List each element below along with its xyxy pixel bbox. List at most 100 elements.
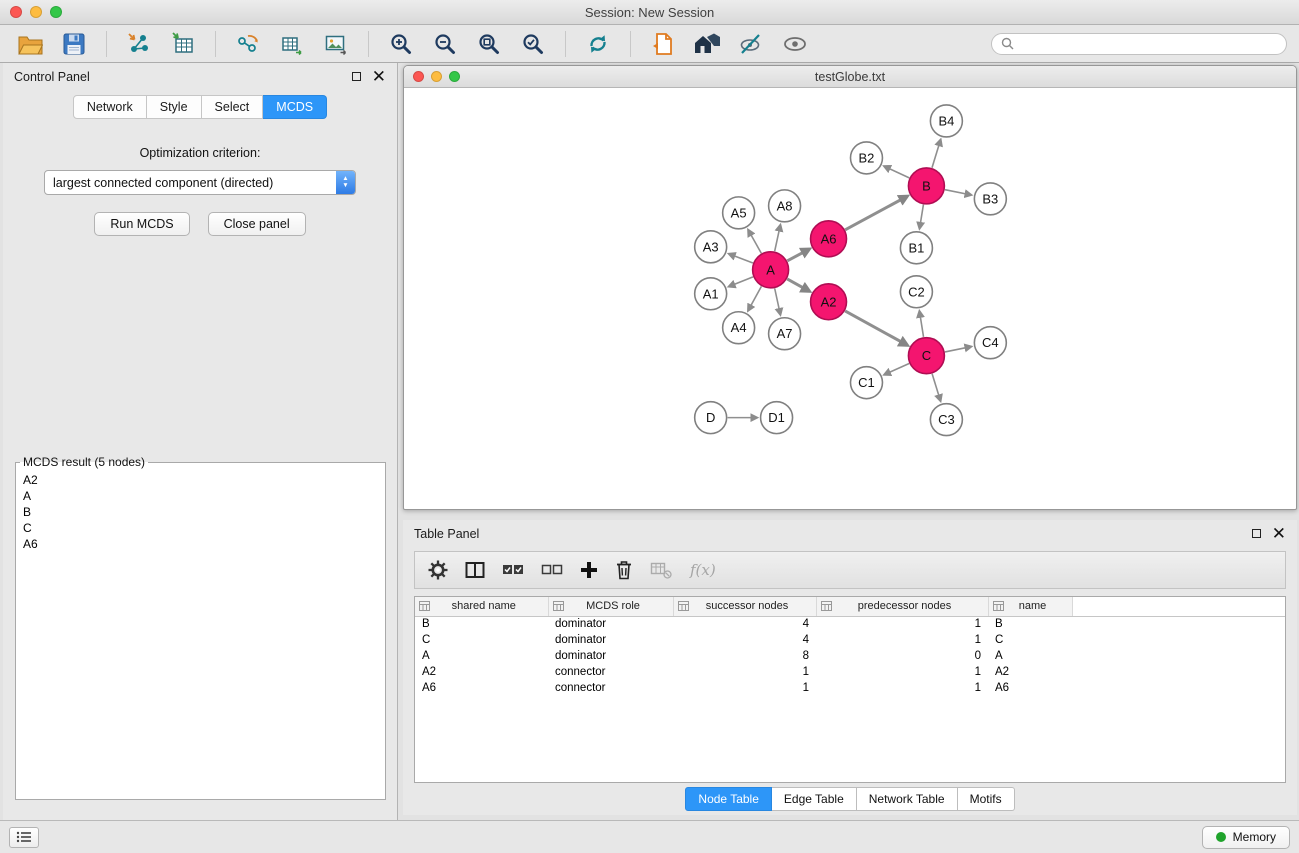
column-header-mcds-role[interactable]: MCDS role: [548, 597, 673, 616]
node-A1[interactable]: A1: [695, 278, 727, 310]
edge-A-A6[interactable]: [787, 249, 809, 261]
table-cell[interactable]: A2: [988, 664, 1072, 680]
node-A7[interactable]: A7: [769, 318, 801, 350]
tab-edge-table[interactable]: Edge Table: [772, 787, 857, 811]
zoom-selected-button[interactable]: [515, 29, 551, 59]
node-A3[interactable]: A3: [695, 231, 727, 263]
save-button[interactable]: [56, 29, 92, 59]
close-panel-button[interactable]: Close panel: [208, 212, 306, 236]
add-button[interactable]: [580, 561, 598, 579]
edge-C-C2[interactable]: [920, 312, 924, 337]
close-table-panel-icon[interactable]: ✕: [1272, 527, 1286, 541]
document-button[interactable]: [645, 29, 681, 59]
edge-A-A7[interactable]: [775, 288, 781, 314]
edge-A-A5[interactable]: [748, 230, 761, 253]
node-B3[interactable]: B3: [974, 183, 1006, 215]
tab-network[interactable]: Network: [73, 95, 147, 119]
table-cell[interactable]: C: [415, 632, 548, 648]
table-row[interactable]: A6connector11A6: [415, 680, 1285, 696]
table-cell[interactable]: A2: [415, 664, 548, 680]
tab-style[interactable]: Style: [147, 95, 202, 119]
export-table-button[interactable]: [274, 29, 310, 59]
edge-B-B4[interactable]: [932, 140, 940, 168]
node-B4[interactable]: B4: [930, 105, 962, 137]
import-table-button[interactable]: [165, 29, 201, 59]
edge-A2-C[interactable]: [845, 311, 907, 345]
table-cell[interactable]: B: [415, 616, 548, 632]
float-panel-icon[interactable]: [352, 72, 361, 81]
search-box[interactable]: [991, 33, 1287, 55]
table-cell[interactable]: 8: [673, 648, 816, 664]
columns-button[interactable]: [465, 561, 485, 579]
edge-C-C4[interactable]: [945, 347, 971, 352]
edge-A-A4[interactable]: [748, 286, 761, 310]
deselect-all-button[interactable]: [541, 562, 563, 578]
node-B2[interactable]: B2: [850, 142, 882, 174]
optimization-criterion-dropdown[interactable]: largest connected component (directed) ▲…: [44, 170, 356, 195]
maximize-window-icon[interactable]: [50, 6, 62, 18]
panel-menu-button[interactable]: [9, 827, 39, 848]
tab-node-table[interactable]: Node Table: [685, 787, 772, 811]
mcds-result-item[interactable]: C: [23, 520, 378, 536]
mcds-result-item[interactable]: A: [23, 488, 378, 504]
network-close-icon[interactable]: [413, 71, 424, 82]
table-cell[interactable]: 1: [673, 664, 816, 680]
node-B1[interactable]: B1: [900, 232, 932, 264]
node-A6[interactable]: A6: [811, 221, 847, 257]
table-cell[interactable]: connector: [548, 664, 673, 680]
table-cell[interactable]: 1: [816, 664, 988, 680]
edge-C-C1[interactable]: [885, 363, 909, 374]
tab-motifs[interactable]: Motifs: [958, 787, 1015, 811]
table-cell[interactable]: A: [988, 648, 1072, 664]
edge-B-B2[interactable]: [885, 166, 910, 177]
table-row[interactable]: Cdominator41C: [415, 632, 1285, 648]
node-A5[interactable]: A5: [723, 197, 755, 229]
table-cell[interactable]: 0: [816, 648, 988, 664]
tab-network-table[interactable]: Network Table: [857, 787, 958, 811]
export-network-button[interactable]: [230, 29, 266, 59]
zoom-out-button[interactable]: [427, 29, 463, 59]
column-header-name[interactable]: name: [988, 597, 1072, 616]
node-D[interactable]: D: [695, 402, 727, 434]
table-cell[interactable]: dominator: [548, 616, 673, 632]
network-minimize-icon[interactable]: [431, 71, 442, 82]
zoom-fit-button[interactable]: [471, 29, 507, 59]
close-panel-icon[interactable]: ✕: [372, 70, 386, 84]
table-cell[interactable]: connector: [548, 680, 673, 696]
table-cell[interactable]: 1: [816, 632, 988, 648]
show-button[interactable]: [777, 29, 813, 59]
refresh-button[interactable]: [580, 29, 616, 59]
table-row[interactable]: Adominator80A: [415, 648, 1285, 664]
node-A2[interactable]: A2: [811, 284, 847, 320]
node-D1[interactable]: D1: [761, 402, 793, 434]
node-C[interactable]: C: [908, 338, 944, 374]
zoom-in-button[interactable]: [383, 29, 419, 59]
table-cell[interactable]: A: [415, 648, 548, 664]
tab-mcds[interactable]: MCDS: [263, 95, 327, 119]
edge-A-A3[interactable]: [729, 254, 753, 263]
memory-button[interactable]: Memory: [1202, 826, 1290, 849]
node-C2[interactable]: C2: [900, 276, 932, 308]
table-cell[interactable]: A6: [415, 680, 548, 696]
edge-A-A2[interactable]: [787, 279, 809, 291]
mcds-result-item[interactable]: B: [23, 504, 378, 520]
column-header-successor-nodes[interactable]: successor nodes: [673, 597, 816, 616]
annotate-button[interactable]: [733, 29, 769, 59]
select-all-button[interactable]: [502, 562, 524, 578]
open-button[interactable]: [12, 29, 48, 59]
table-cell[interactable]: 4: [673, 632, 816, 648]
node-A[interactable]: A: [753, 252, 789, 288]
table-cell[interactable]: B: [988, 616, 1072, 632]
edge-C-C3[interactable]: [932, 374, 940, 401]
table-cell[interactable]: 1: [673, 680, 816, 696]
node-C1[interactable]: C1: [850, 367, 882, 399]
table-cell[interactable]: 1: [816, 680, 988, 696]
network-view[interactable]: B4B2BB3A5A8A6A3B1AC2A1A2A4A7C4CC1DD1C3: [404, 88, 1296, 509]
home-button[interactable]: [689, 29, 725, 59]
node-C4[interactable]: C4: [974, 327, 1006, 359]
column-header-shared-name[interactable]: shared name: [415, 597, 548, 616]
edge-B-B1[interactable]: [920, 205, 924, 228]
settings-button[interactable]: [428, 560, 448, 580]
edge-B-B3[interactable]: [945, 190, 971, 195]
export-image-button[interactable]: [318, 29, 354, 59]
